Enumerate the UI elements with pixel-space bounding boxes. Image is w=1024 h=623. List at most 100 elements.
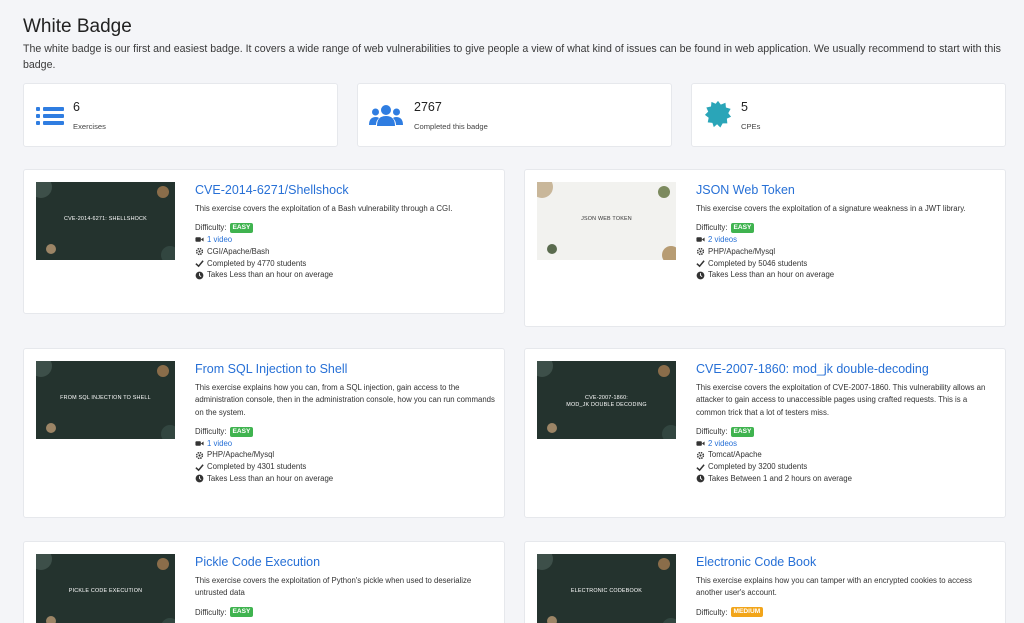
exercise-info: JSON Web Token This exercise covers the e…: [696, 182, 996, 281]
stat-completed: 2767 Completed this badge: [357, 83, 672, 147]
check-icon: [195, 260, 204, 268]
videos-link[interactable]: 2 videos: [708, 234, 737, 246]
thumbnail-decoration: [547, 423, 557, 433]
exercise-info: From SQL Injection to Shell This exercise…: [195, 361, 495, 485]
completed-row: Completed by 4301 students: [195, 461, 495, 473]
exercise-title-link[interactable]: CVE-2014-6271/Shellshock: [195, 182, 495, 198]
videos-row[interactable]: 2 videos: [696, 438, 996, 450]
thumbnail-decoration: [662, 425, 676, 439]
time-row: Takes Less than an hour on average: [195, 269, 495, 281]
stack-text: PHP/Apache/Mysql: [207, 450, 275, 460]
exercise-description: This exercise covers the exploitation of…: [696, 204, 966, 213]
thumbnail-decoration: [537, 361, 553, 377]
stat-value: 5: [741, 100, 748, 114]
thumbnail-decoration: [36, 554, 52, 570]
check-icon: [696, 260, 705, 268]
thumbnail-decoration: [537, 554, 553, 570]
videos-row[interactable]: 2 videos: [696, 234, 996, 246]
thumbnail-decoration: [537, 182, 553, 198]
exercise-thumbnail[interactable]: CVE-2007-1860: MOD_JK DOUBLE DECODING: [537, 361, 676, 439]
thumbnail-label: ELECTRONIC CODEBOOK: [570, 588, 643, 594]
thumbnail-decoration: [658, 186, 670, 198]
exercise-thumbnail[interactable]: ELECTRONIC CODEBOOK: [537, 554, 676, 623]
videos-link[interactable]: 1 video: [207, 438, 232, 450]
check-icon: [696, 463, 705, 471]
difficulty-badge: EASY: [730, 223, 755, 234]
completed-text: Completed by 5046 students: [708, 258, 808, 268]
exercise-title-link[interactable]: From SQL Injection to Shell: [195, 361, 495, 377]
exercise-info: Pickle Code Execution This exercise cover…: [195, 554, 495, 618]
thumbnail-decoration: [36, 182, 52, 198]
time-row: Takes Between 1 and 2 hours on average: [696, 473, 996, 485]
exercise-description: This exercise covers the exploitation of…: [696, 383, 986, 417]
exercise-thumbnail[interactable]: CVE-2014-6271: SHELLSHOCK: [36, 182, 175, 260]
difficulty-label: Difficulty:: [195, 426, 227, 436]
thumbnail-decoration: [46, 616, 56, 623]
thumbnail-decoration: [662, 618, 676, 623]
thumbnail-label: JSON WEB TOKEN: [581, 216, 632, 222]
exercise-meta: Difficulty: EASY 1 video PHP/Apache/Mysql Co…: [195, 426, 495, 485]
stack-row: PHP/Apache/Mysql: [195, 449, 495, 461]
thumbnail-decoration: [161, 425, 175, 439]
stack-row: CGI/Apache/Bash: [195, 246, 495, 258]
exercise-description: This exercise covers the exploitation of…: [195, 576, 472, 598]
completed-row: Completed by 5046 students: [696, 258, 996, 270]
exercise-thumbnail[interactable]: JSON WEB TOKEN: [537, 182, 676, 260]
stat-value: 2767: [414, 100, 442, 114]
exercise-thumbnail[interactable]: PICKLE CODE EXECUTION: [36, 554, 175, 623]
thumbnail-label: FROM SQL INJECTION TO SHELL: [60, 395, 151, 401]
videos-link[interactable]: 1 video: [207, 234, 232, 246]
stack-row: PHP/Apache/Mysql: [696, 246, 996, 258]
videos-row[interactable]: 1 video: [195, 438, 495, 450]
completed-text: Completed by 4301 students: [207, 462, 307, 472]
exercise-meta: Difficulty: EASY 1 video CGI/Apache/Bash Com…: [195, 222, 495, 281]
list-icon: [36, 107, 64, 125]
exercise-title-link[interactable]: JSON Web Token: [696, 182, 996, 198]
thumbnail-decoration: [547, 616, 557, 623]
thumbnail-decoration: [547, 244, 557, 254]
clock-icon: [195, 271, 204, 280]
exercise-card: JSON WEB TOKEN JSON Web Token This exercis…: [524, 169, 1006, 327]
difficulty-label: Difficulty:: [195, 223, 227, 233]
completed-text: Completed by 3200 students: [708, 462, 808, 472]
time-text: Takes Between 1 and 2 hours on average: [708, 474, 852, 484]
exercise-info: Electronic Code Book This exercise explai…: [696, 554, 996, 618]
stat-label: Completed this badge: [414, 122, 488, 131]
stat-cpes: 5 CPEs: [691, 83, 1006, 147]
exercise-card: FROM SQL INJECTION TO SHELL From SQL Inje…: [23, 348, 505, 518]
stack-row: Tomcat/Apache: [696, 449, 996, 461]
difficulty-label: Difficulty:: [696, 223, 728, 233]
exercise-description: This exercise explains how you can, from…: [195, 383, 495, 417]
video-icon: [195, 441, 204, 446]
stat-exercises: 6 Exercises: [23, 83, 338, 147]
videos-row[interactable]: 1 video: [195, 234, 495, 246]
exercise-card: ELECTRONIC CODEBOOK Electronic Code Book T…: [524, 541, 1006, 623]
gear-icon: [696, 248, 705, 256]
exercise-description: This exercise explains how you can tampe…: [696, 576, 973, 598]
clock-icon: [696, 475, 705, 483]
difficulty-row: Difficulty: EASY: [696, 222, 996, 234]
clock-icon: [195, 475, 204, 483]
video-icon: [696, 237, 705, 243]
difficulty-row: Difficulty: EASY: [195, 426, 495, 438]
thumbnail-decoration: [658, 365, 670, 377]
completed-row: Completed by 4770 students: [195, 258, 495, 270]
thumbnail-decoration: [46, 244, 56, 254]
clock-icon: [696, 271, 705, 280]
exercise-thumbnail[interactable]: FROM SQL INJECTION TO SHELL: [36, 361, 175, 439]
difficulty-row: Difficulty: EASY: [696, 426, 996, 438]
exercise-title-link[interactable]: Pickle Code Execution: [195, 554, 495, 570]
difficulty-badge: EASY: [229, 607, 254, 618]
difficulty-label: Difficulty:: [696, 426, 728, 436]
exercise-card: CVE-2007-1860: MOD_JK DOUBLE DECODING CVE…: [524, 348, 1006, 518]
exercise-title-link[interactable]: CVE-2007-1860: mod_jk double-decoding: [696, 361, 996, 377]
exercise-title-link[interactable]: Electronic Code Book: [696, 554, 996, 570]
videos-link[interactable]: 2 videos: [708, 438, 737, 450]
time-row: Takes Less than an hour on average: [195, 473, 495, 485]
page-title: White Badge: [23, 16, 132, 37]
difficulty-badge: EASY: [730, 426, 755, 437]
difficulty-badge: EASY: [229, 223, 254, 234]
thumbnail-decoration: [157, 558, 169, 570]
difficulty-badge: MEDIUM: [730, 607, 764, 618]
exercise-description: This exercise covers the exploitation of…: [195, 204, 453, 213]
